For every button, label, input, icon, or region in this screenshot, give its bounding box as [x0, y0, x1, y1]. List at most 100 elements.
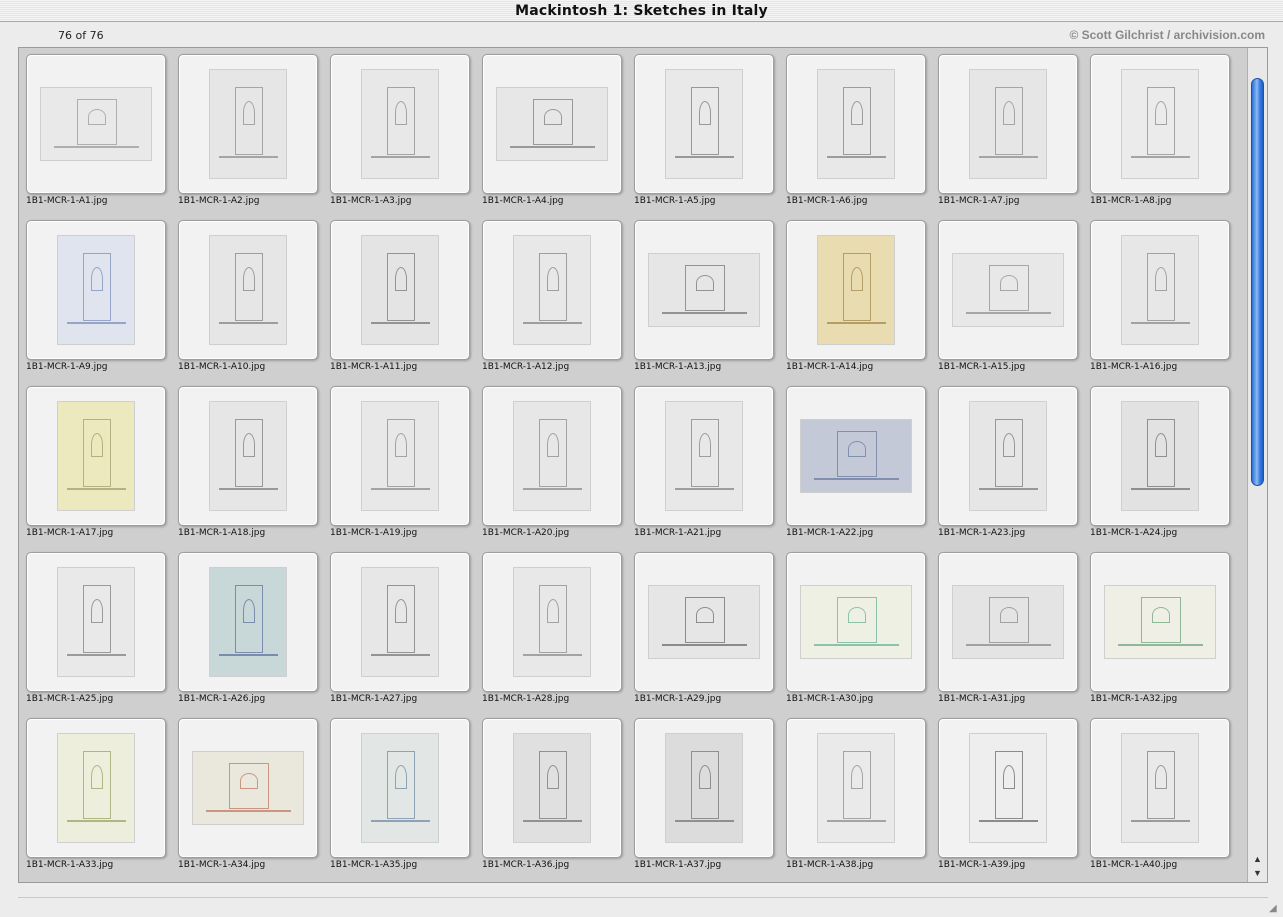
thumbnail-image[interactable] [57, 235, 135, 345]
thumbnail-image[interactable] [209, 401, 287, 511]
thumbnail-frame[interactable] [1090, 54, 1230, 194]
vertical-scrollbar[interactable]: ▲ ▼ [1247, 48, 1267, 882]
thumbnail-image[interactable] [1121, 235, 1199, 345]
thumbnail-frame[interactable] [330, 718, 470, 858]
window-title[interactable]: Mackintosh 1: Sketches in Italy [0, 0, 1283, 22]
resize-grip-icon[interactable]: ◢ [1269, 903, 1281, 915]
thumbnail-item[interactable]: 1B1-MCR-1-A29.jpg [627, 546, 779, 712]
thumbnail-frame[interactable] [482, 54, 622, 194]
thumbnail-frame[interactable] [330, 220, 470, 360]
thumbnail-image[interactable] [665, 69, 743, 179]
thumbnail-frame[interactable] [26, 54, 166, 194]
thumbnail-item[interactable]: 1B1-MCR-1-A40.jpg [1083, 712, 1235, 878]
thumbnail-image[interactable] [361, 401, 439, 511]
thumbnail-frame[interactable] [26, 220, 166, 360]
thumbnail-item[interactable]: 1B1-MCR-1-A25.jpg [19, 546, 171, 712]
thumbnail-frame[interactable] [634, 220, 774, 360]
thumbnail-frame[interactable] [786, 386, 926, 526]
thumbnail-item[interactable]: 1B1-MCR-1-A11.jpg [323, 214, 475, 380]
thumbnail-item[interactable]: 1B1-MCR-1-A31.jpg [931, 546, 1083, 712]
thumbnail-item[interactable]: 1B1-MCR-1-A27.jpg [323, 546, 475, 712]
thumbnail-item[interactable]: 1B1-MCR-1-A2.jpg [171, 48, 323, 214]
thumbnail-image[interactable] [969, 69, 1047, 179]
thumbnail-image[interactable] [952, 585, 1064, 659]
scroll-down-arrow[interactable]: ▼ [1250, 866, 1265, 880]
thumbnail-frame[interactable] [330, 386, 470, 526]
thumbnail-frame[interactable] [482, 386, 622, 526]
thumbnail-item[interactable]: 1B1-MCR-1-A6.jpg [779, 48, 931, 214]
thumbnail-item[interactable]: 1B1-MCR-1-A24.jpg [1083, 380, 1235, 546]
thumbnail-image[interactable] [40, 87, 152, 161]
thumbnail-item[interactable]: 1B1-MCR-1-A39.jpg [931, 712, 1083, 878]
thumbnail-item[interactable]: 1B1-MCR-1-A21.jpg [627, 380, 779, 546]
thumbnail-frame[interactable] [634, 552, 774, 692]
thumbnail-image[interactable] [817, 733, 895, 843]
thumbnail-frame[interactable] [938, 220, 1078, 360]
thumbnail-frame[interactable] [938, 54, 1078, 194]
thumbnail-image[interactable] [209, 235, 287, 345]
thumbnail-item[interactable]: 1B1-MCR-1-A4.jpg [475, 48, 627, 214]
thumbnail-browser[interactable]: 1B1-MCR-1-A1.jpg 1B1-MCR-1-A2.jpg 1B1-MCR-… [18, 47, 1268, 883]
thumbnail-item[interactable]: 1B1-MCR-1-A34.jpg [171, 712, 323, 878]
thumbnail-item[interactable]: 1B1-MCR-1-A8.jpg [1083, 48, 1235, 214]
thumbnail-item[interactable]: 1B1-MCR-1-A12.jpg [475, 214, 627, 380]
thumbnail-image[interactable] [361, 69, 439, 179]
scroll-up-arrow[interactable]: ▲ [1250, 852, 1265, 866]
scrollbar-thumb[interactable] [1251, 78, 1264, 486]
thumbnail-image[interactable] [209, 567, 287, 677]
thumbnail-image[interactable] [361, 567, 439, 677]
thumbnail-image[interactable] [1121, 401, 1199, 511]
thumbnail-frame[interactable] [1090, 552, 1230, 692]
thumbnail-frame[interactable] [786, 718, 926, 858]
thumbnail-item[interactable]: 1B1-MCR-1-A26.jpg [171, 546, 323, 712]
thumbnail-frame[interactable] [634, 386, 774, 526]
thumbnail-frame[interactable] [178, 54, 318, 194]
thumbnail-image[interactable] [1121, 69, 1199, 179]
thumbnail-image[interactable] [209, 69, 287, 179]
thumbnail-item[interactable]: 1B1-MCR-1-A17.jpg [19, 380, 171, 546]
thumbnail-image[interactable] [1121, 733, 1199, 843]
thumbnail-item[interactable]: 1B1-MCR-1-A3.jpg [323, 48, 475, 214]
thumbnail-item[interactable]: 1B1-MCR-1-A37.jpg [627, 712, 779, 878]
thumbnail-image[interactable] [57, 401, 135, 511]
thumbnail-frame[interactable] [938, 718, 1078, 858]
thumbnail-image[interactable] [800, 419, 912, 493]
thumbnail-item[interactable]: 1B1-MCR-1-A9.jpg [19, 214, 171, 380]
thumbnail-frame[interactable] [178, 386, 318, 526]
thumbnail-item[interactable]: 1B1-MCR-1-A15.jpg [931, 214, 1083, 380]
thumbnail-image[interactable] [57, 567, 135, 677]
thumbnail-item[interactable]: 1B1-MCR-1-A32.jpg [1083, 546, 1235, 712]
thumbnail-image[interactable] [513, 733, 591, 843]
thumbnail-image[interactable] [648, 585, 760, 659]
thumbnail-frame[interactable] [634, 54, 774, 194]
thumbnail-item[interactable]: 1B1-MCR-1-A35.jpg [323, 712, 475, 878]
thumbnail-frame[interactable] [482, 718, 622, 858]
thumbnail-frame[interactable] [178, 220, 318, 360]
thumbnail-image[interactable] [192, 751, 304, 825]
thumbnail-image[interactable] [969, 733, 1047, 843]
thumbnail-image[interactable] [665, 733, 743, 843]
thumbnail-frame[interactable] [482, 220, 622, 360]
thumbnail-frame[interactable] [178, 552, 318, 692]
thumbnail-frame[interactable] [26, 386, 166, 526]
thumbnail-item[interactable]: 1B1-MCR-1-A38.jpg [779, 712, 931, 878]
thumbnail-image[interactable] [513, 401, 591, 511]
thumbnail-image[interactable] [969, 401, 1047, 511]
thumbnail-item[interactable]: 1B1-MCR-1-A30.jpg [779, 546, 931, 712]
thumbnail-frame[interactable] [26, 552, 166, 692]
thumbnail-image[interactable] [665, 401, 743, 511]
thumbnail-frame[interactable] [26, 718, 166, 858]
thumbnail-item[interactable]: 1B1-MCR-1-A13.jpg [627, 214, 779, 380]
thumbnail-frame[interactable] [938, 386, 1078, 526]
thumbnail-item[interactable]: 1B1-MCR-1-A14.jpg [779, 214, 931, 380]
thumbnail-frame[interactable] [330, 552, 470, 692]
thumbnail-image[interactable] [513, 235, 591, 345]
thumbnail-image[interactable] [361, 235, 439, 345]
thumbnail-frame[interactable] [786, 552, 926, 692]
thumbnail-frame[interactable] [786, 54, 926, 194]
thumbnail-frame[interactable] [1090, 718, 1230, 858]
thumbnail-item[interactable]: 1B1-MCR-1-A20.jpg [475, 380, 627, 546]
thumbnail-image[interactable] [817, 235, 895, 345]
thumbnail-image[interactable] [513, 567, 591, 677]
thumbnail-image[interactable] [817, 69, 895, 179]
